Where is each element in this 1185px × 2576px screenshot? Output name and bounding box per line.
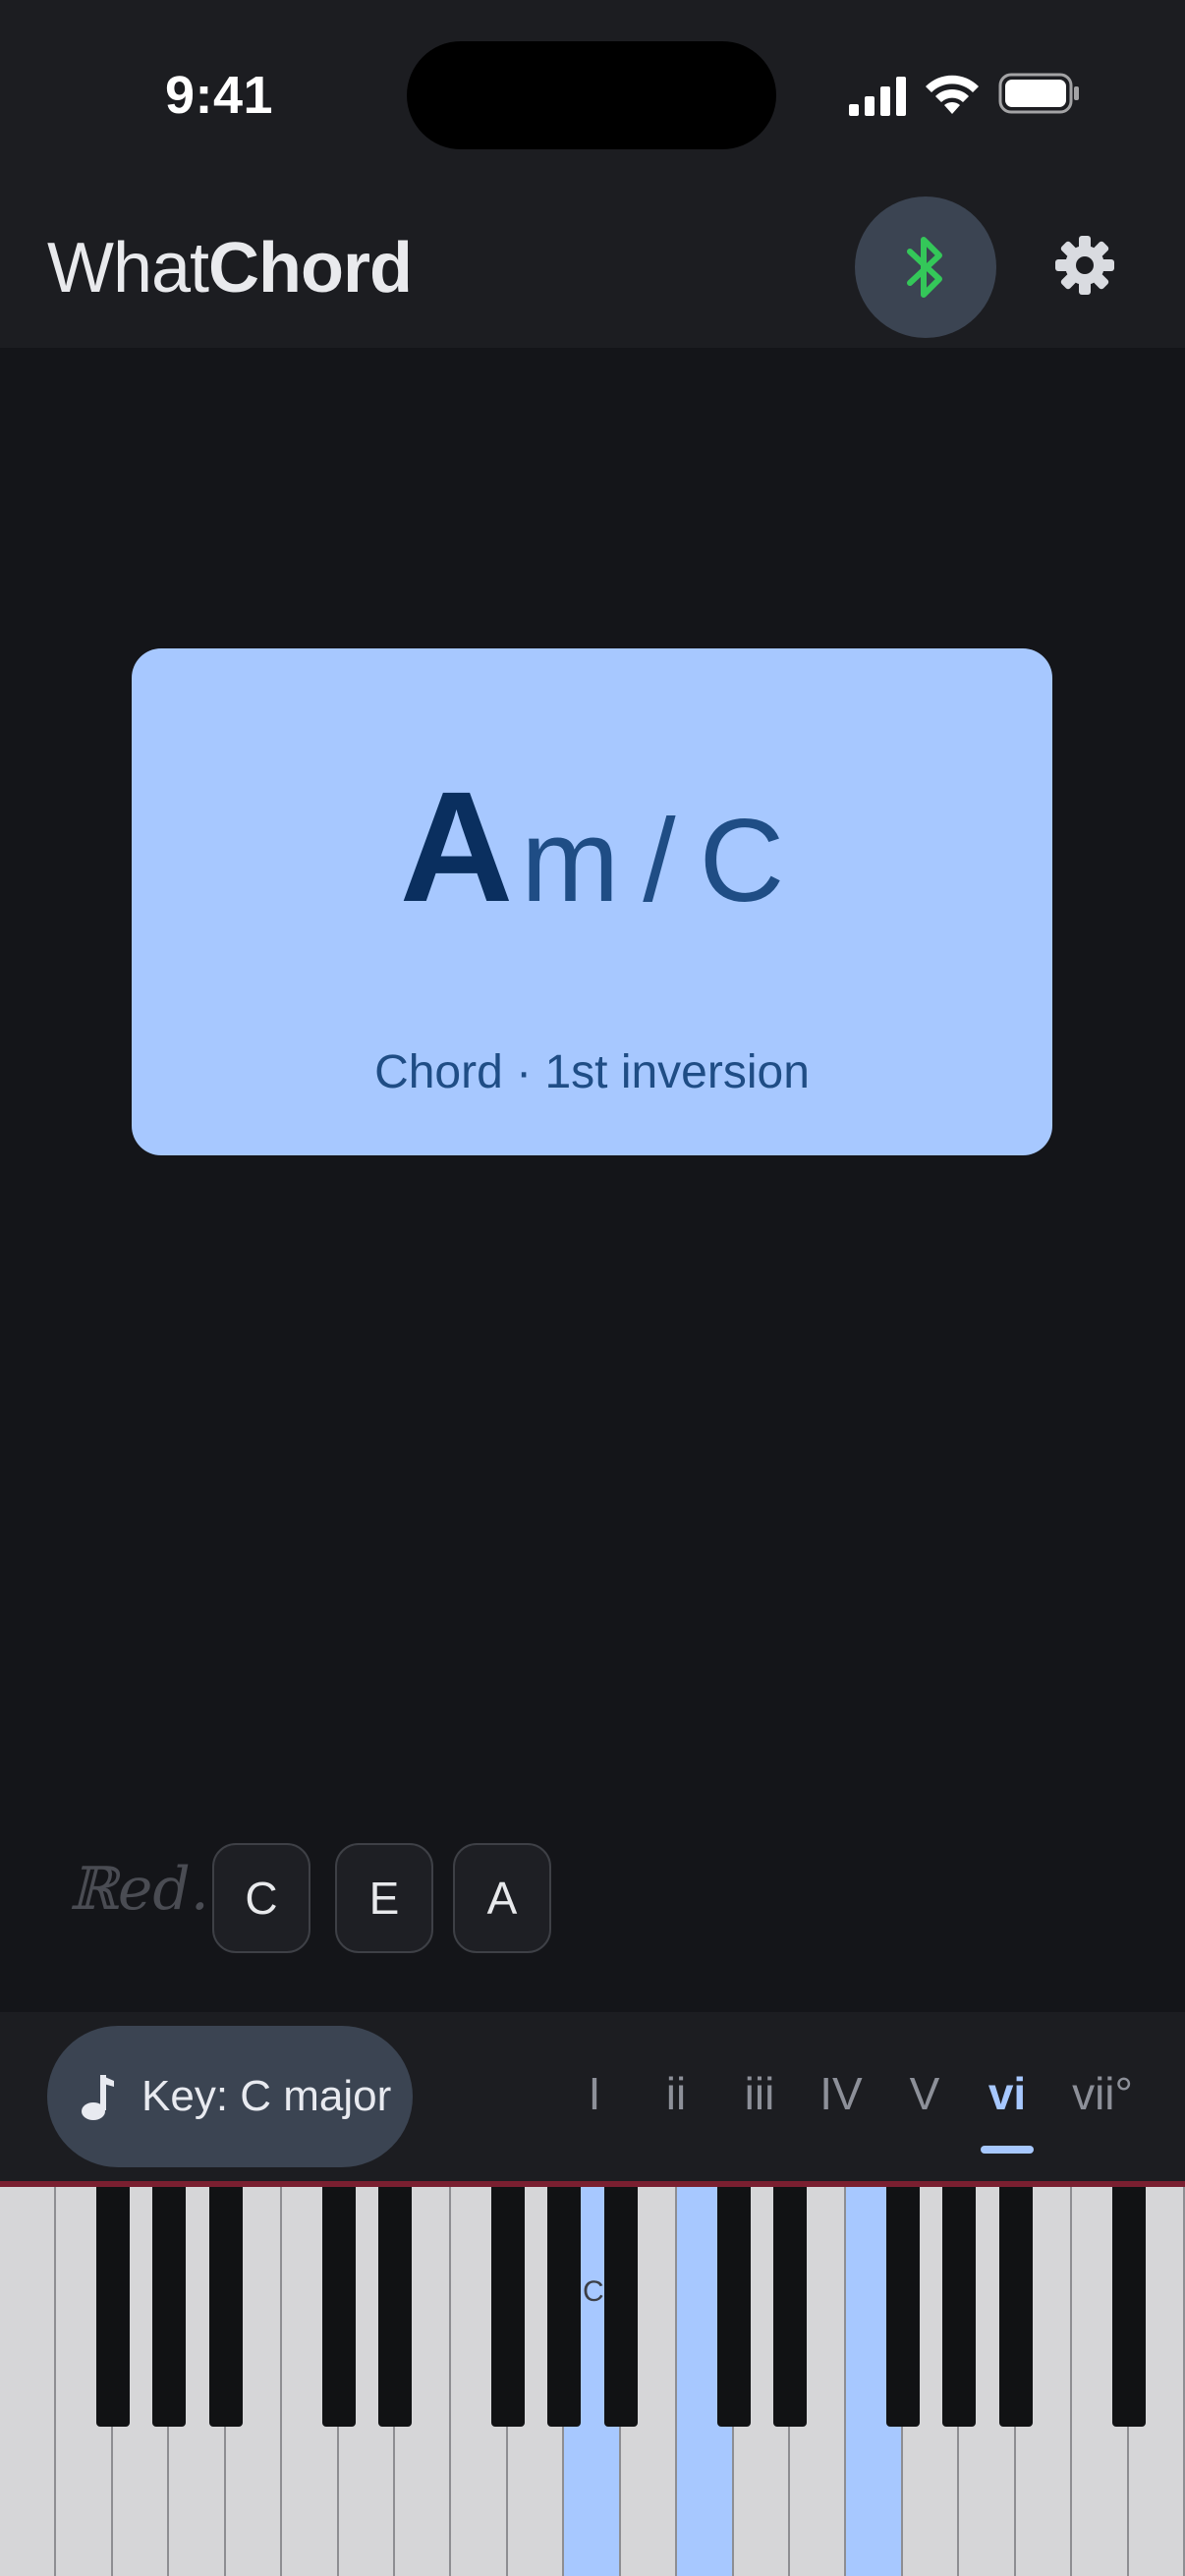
gear-icon bbox=[1055, 236, 1114, 295]
battery-icon bbox=[998, 73, 1079, 114]
degree-ii[interactable]: ii bbox=[656, 2067, 696, 2120]
key-label: Key: C major bbox=[141, 2072, 392, 2120]
bluetooth-icon bbox=[907, 237, 942, 298]
chord-card: Am / C Chord · 1st inversion bbox=[132, 648, 1052, 1155]
chord-name: Am / C bbox=[132, 756, 1052, 937]
degree-iii[interactable]: iii bbox=[735, 2067, 784, 2120]
status-time: 9:41 bbox=[165, 66, 274, 125]
piano-black-key[interactable] bbox=[490, 2187, 525, 2427]
sustain-pedal-icon: ℝed. bbox=[69, 1855, 209, 1924]
chord-description: Chord · 1st inversion bbox=[374, 1046, 810, 1098]
piano-keyboard[interactable] bbox=[0, 2181, 1185, 2576]
wifi-icon bbox=[926, 75, 979, 114]
music-note-icon bbox=[82, 2075, 114, 2120]
key-selector-button[interactable]: Key: C major bbox=[47, 2026, 413, 2167]
degree-I[interactable]: I bbox=[578, 2067, 611, 2120]
piano-white-key[interactable] bbox=[0, 2187, 57, 2576]
note-chip: A bbox=[453, 1843, 551, 1953]
piano-black-key[interactable] bbox=[998, 2187, 1033, 2427]
chord-slash: / bbox=[643, 795, 676, 926]
cellular-signal-icon bbox=[849, 77, 906, 116]
bluetooth-button[interactable] bbox=[855, 196, 996, 338]
degree-vi[interactable]: vi bbox=[983, 2067, 1032, 2120]
app-title-bold: Chord bbox=[208, 229, 413, 308]
app-header: WhatChord bbox=[0, 196, 1185, 348]
middle-c-label: C bbox=[583, 2275, 604, 2308]
note-chip: C bbox=[212, 1843, 310, 1953]
piano-black-key[interactable] bbox=[885, 2187, 920, 2427]
piano-black-key[interactable] bbox=[95, 2187, 130, 2427]
degree-vii-dim[interactable]: vii° bbox=[1063, 2067, 1142, 2120]
piano-black-key[interactable] bbox=[321, 2187, 356, 2427]
piano-black-key[interactable] bbox=[1111, 2187, 1146, 2427]
piano-black-key[interactable] bbox=[152, 2187, 187, 2427]
piano-black-key[interactable] bbox=[378, 2187, 412, 2427]
app-title-light: What bbox=[47, 229, 209, 308]
chord-root: A bbox=[399, 758, 514, 934]
piano-black-key[interactable] bbox=[716, 2187, 751, 2427]
app-title: WhatChord bbox=[47, 228, 413, 308]
piano-black-key[interactable] bbox=[942, 2187, 977, 2427]
key-bar: Key: C major I ii iii IV V vi vii° bbox=[0, 2012, 1185, 2181]
piano-black-key[interactable] bbox=[547, 2187, 582, 2427]
degree-V[interactable]: V bbox=[902, 2067, 947, 2120]
status-bar: 9:41 bbox=[0, 0, 1185, 196]
piano-black-key[interactable] bbox=[208, 2187, 243, 2427]
piano-black-key[interactable] bbox=[773, 2187, 807, 2427]
chord-bass: C bbox=[699, 795, 785, 926]
chord-quality: m bbox=[521, 795, 620, 926]
piano-black-key[interactable] bbox=[603, 2187, 638, 2427]
settings-button[interactable] bbox=[1045, 226, 1124, 305]
note-chip: E bbox=[335, 1843, 433, 1953]
active-degree-indicator bbox=[981, 2146, 1034, 2154]
dynamic-island bbox=[407, 41, 776, 149]
degree-IV[interactable]: IV bbox=[814, 2067, 869, 2120]
